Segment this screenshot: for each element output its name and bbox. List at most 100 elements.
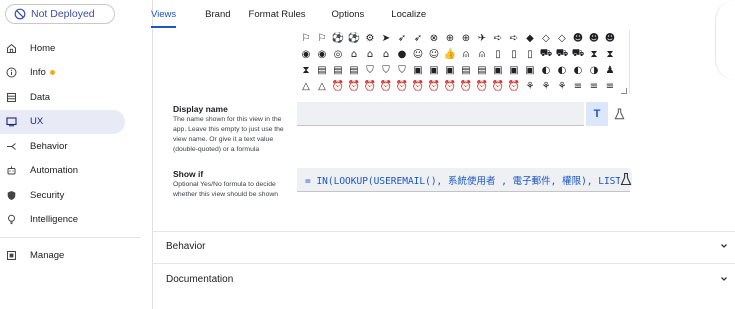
- icon-option[interactable]: ▣: [522, 62, 538, 78]
- icon-option[interactable]: ⛟: [570, 46, 586, 62]
- icon-option[interactable]: ☻: [570, 30, 586, 46]
- icon-option[interactable]: ☺: [410, 46, 426, 62]
- tab-localize[interactable]: Localize: [391, 0, 426, 28]
- formula-editor-button[interactable]: [608, 102, 630, 126]
- icon-option[interactable]: ⏰: [426, 78, 442, 94]
- icon-option[interactable]: ◎: [330, 46, 346, 62]
- show-if-formula-input[interactable]: = IN(LOOKUP(USEREMAIL(), 系統使用者 , 電子郵件, 權…: [297, 168, 630, 192]
- icon-option[interactable]: ◇: [554, 30, 570, 46]
- icon-option[interactable]: ➶: [410, 30, 426, 46]
- icon-option[interactable]: ▯: [522, 46, 538, 62]
- icon-option[interactable]: ◑: [586, 62, 602, 78]
- icon-option[interactable]: ⏰: [490, 78, 506, 94]
- icon-option[interactable]: ▣: [506, 62, 522, 78]
- icon-option[interactable]: ⛟: [554, 46, 570, 62]
- icon-option[interactable]: ☺: [426, 46, 442, 62]
- icon-option[interactable]: ⍝: [474, 46, 490, 62]
- icon-option[interactable]: ⌂: [362, 46, 378, 62]
- icon-option[interactable]: ▤: [346, 62, 362, 78]
- behavior-section-header[interactable]: Behavior: [166, 241, 205, 252]
- icon-option[interactable]: ⏰: [346, 78, 362, 94]
- icon-option[interactable]: ◉: [298, 46, 314, 62]
- icon-option[interactable]: ⏰: [458, 78, 474, 94]
- icon-option[interactable]: ⚘: [538, 78, 554, 94]
- chevron-down-icon[interactable]: [719, 274, 729, 284]
- icon-option[interactable]: ⏰: [506, 78, 522, 94]
- icon-option[interactable]: ◆: [522, 30, 538, 46]
- icon-option[interactable]: ▯: [506, 46, 522, 62]
- icon-option[interactable]: △: [298, 78, 314, 94]
- icon-option[interactable]: 👍: [442, 46, 458, 62]
- icon-option[interactable]: ⏰: [330, 78, 346, 94]
- icon-option[interactable]: ➪: [506, 30, 522, 46]
- icon-option[interactable]: ▯: [490, 46, 506, 62]
- icon-option[interactable]: ✈: [474, 30, 490, 46]
- icon-option[interactable]: ☻: [586, 30, 602, 46]
- icon-option[interactable]: ⚘: [554, 78, 570, 94]
- resize-handle[interactable]: [621, 88, 627, 94]
- sidebar-item-data[interactable]: Data: [0, 85, 140, 110]
- icon-option[interactable]: ▣: [410, 62, 426, 78]
- chevron-down-icon[interactable]: [719, 241, 729, 251]
- icon-option[interactable]: ⚙: [362, 30, 378, 46]
- icon-option[interactable]: ⊕: [458, 30, 474, 46]
- icon-option[interactable]: ◐: [538, 62, 554, 78]
- icon-option[interactable]: ⌂: [378, 46, 394, 62]
- show-if-formula-button[interactable]: [620, 172, 632, 186]
- icon-option[interactable]: ⏰: [442, 78, 458, 94]
- deploy-status-button[interactable]: Not Deployed: [5, 4, 115, 24]
- icon-option[interactable]: ➤: [378, 30, 394, 46]
- icon-option[interactable]: ⧗: [602, 46, 618, 62]
- sidebar-item-intelligence[interactable]: Intelligence: [0, 208, 140, 233]
- icon-option[interactable]: ◐: [554, 62, 570, 78]
- icon-option[interactable]: ➪: [490, 30, 506, 46]
- tab-format-rules[interactable]: Format Rules: [249, 0, 306, 28]
- icon-option[interactable]: ▣: [442, 62, 458, 78]
- icon-option[interactable]: ⚘: [522, 78, 538, 94]
- icon-option[interactable]: ▤: [458, 62, 474, 78]
- icon-option[interactable]: ⚐: [314, 30, 330, 46]
- icon-option[interactable]: ≡: [586, 78, 602, 94]
- icon-option[interactable]: ♟: [602, 62, 618, 78]
- sidebar-item-home[interactable]: Home: [0, 36, 140, 61]
- icon-option[interactable]: ⛉: [394, 62, 410, 78]
- sidebar-item-security[interactable]: Security: [0, 183, 140, 208]
- tab-options[interactable]: Options: [332, 0, 365, 28]
- icon-option[interactable]: ▤: [474, 62, 490, 78]
- icon-option[interactable]: ⏰: [474, 78, 490, 94]
- sidebar-item-behavior[interactable]: Behavior: [0, 134, 140, 159]
- icon-option[interactable]: ⧗: [298, 62, 314, 78]
- display-name-input[interactable]: [297, 102, 584, 126]
- icon-option[interactable]: ☻: [602, 30, 618, 46]
- icon-option[interactable]: ⊕: [442, 30, 458, 46]
- icon-picker-grid[interactable]: ⚐ ⚐ ⚽ ⚽ ⚙ ➤ ➶ ➶ ⊗ ⊕ ⊕ ✈ ➪ ➪ ◆ ◇ ◇ ☻ ☻ ☻ ◉ ◉ ◎ ⌂ ⌂ ⌂ ● ☺ ☺ 👍 ⍝ ⍝ ▯ ▯ ▯ ⛟ ⛟ ⛟ ⧗ ⧗…: [298, 30, 630, 94]
- icon-option[interactable]: ⏰: [378, 78, 394, 94]
- text-mode-button[interactable]: T: [586, 102, 608, 126]
- icon-option[interactable]: ▤: [314, 62, 330, 78]
- icon-option[interactable]: ◉: [314, 46, 330, 62]
- sidebar-item-automation[interactable]: Automation: [0, 159, 140, 184]
- icon-option[interactable]: ➶: [394, 30, 410, 46]
- icon-option[interactable]: ⚽: [330, 30, 346, 46]
- icon-option[interactable]: ⏰: [394, 78, 410, 94]
- icon-option[interactable]: ⊗: [426, 30, 442, 46]
- icon-option[interactable]: ◇: [538, 30, 554, 46]
- icon-option[interactable]: ⍝: [458, 46, 474, 62]
- icon-option[interactable]: ⏰: [362, 78, 378, 94]
- icon-option[interactable]: ≡: [570, 78, 586, 94]
- icon-option[interactable]: ⚽: [346, 30, 362, 46]
- icon-option[interactable]: ●: [394, 46, 410, 62]
- tab-brand[interactable]: Brand: [205, 0, 230, 28]
- sidebar-item-info[interactable]: Info: [0, 61, 140, 86]
- tab-views[interactable]: Views: [151, 0, 177, 28]
- documentation-section-header[interactable]: Documentation: [166, 274, 233, 285]
- icon-option[interactable]: ≡: [602, 78, 618, 94]
- icon-option[interactable]: ▣: [426, 62, 442, 78]
- icon-option[interactable]: ⏰: [410, 78, 426, 94]
- sidebar-item-ux[interactable]: UX: [0, 109, 125, 134]
- icon-option[interactable]: ▤: [330, 62, 346, 78]
- icon-option[interactable]: ▣: [490, 62, 506, 78]
- icon-option[interactable]: ⛟: [538, 46, 554, 62]
- icon-option[interactable]: ◐: [570, 62, 586, 78]
- icon-option[interactable]: △: [314, 78, 330, 94]
